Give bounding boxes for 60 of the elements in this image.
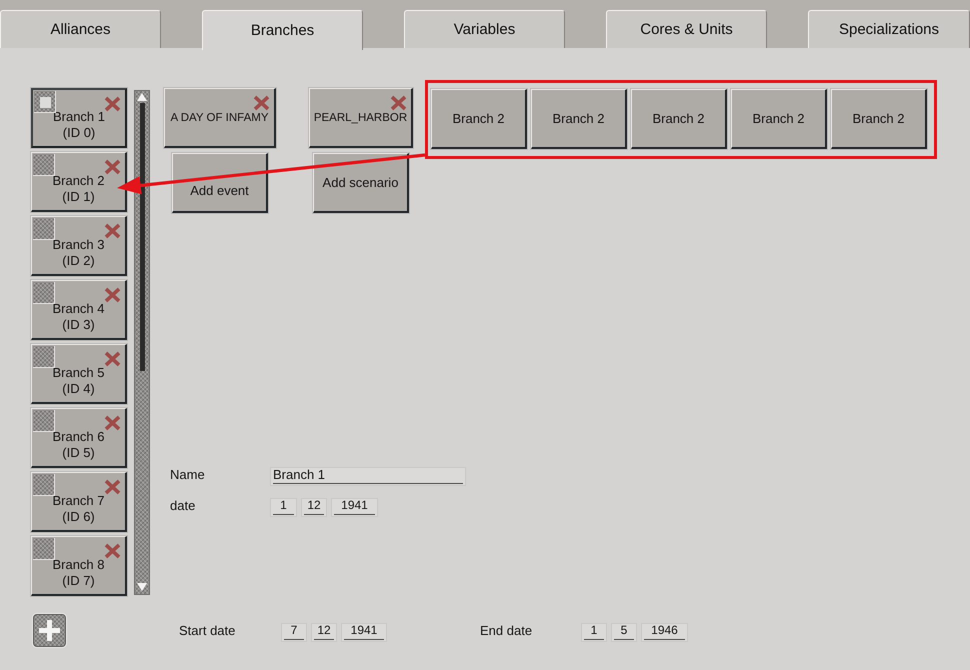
day-field[interactable]: 1 xyxy=(581,623,607,642)
branch-button[interactable]: Branch 2 xyxy=(431,89,527,149)
checkbox-icon[interactable] xyxy=(33,346,55,368)
checkbox-icon[interactable] xyxy=(34,91,56,113)
scrollbar[interactable] xyxy=(134,90,150,595)
branch-button[interactable]: Branch 5 (ID 4) xyxy=(31,344,127,404)
scroll-thumb[interactable] xyxy=(140,103,144,371)
checkbox-icon[interactable] xyxy=(33,154,55,176)
branch-button[interactable]: Branch 3 (ID 2) xyxy=(31,216,127,276)
year-field[interactable]: 1946 xyxy=(641,623,688,642)
day-field[interactable]: 7 xyxy=(281,623,307,642)
add-scenario-button[interactable]: Add scenario xyxy=(313,153,409,213)
month-field[interactable]: 5 xyxy=(611,623,637,642)
delete-icon[interactable] xyxy=(104,479,121,495)
start-date-label: Start date xyxy=(179,623,236,638)
tab[interactable]: Alliances xyxy=(0,10,161,48)
branch-button[interactable]: Branch 2 xyxy=(731,89,827,149)
branch-button[interactable]: Branch 2 xyxy=(831,89,927,149)
tab[interactable]: Specializations xyxy=(808,10,970,48)
tab[interactable]: Cores & Units xyxy=(606,10,767,48)
branch-button[interactable]: Branch 2 xyxy=(531,89,627,149)
checkbox-icon[interactable] xyxy=(33,474,55,496)
plus-icon xyxy=(39,620,60,641)
tab[interactable]: Variables xyxy=(404,10,565,48)
scroll-up-icon[interactable] xyxy=(137,93,147,101)
year-field[interactable]: 1941 xyxy=(331,498,378,517)
delete-icon[interactable] xyxy=(104,543,121,559)
delete-icon[interactable] xyxy=(390,95,407,111)
month-field[interactable]: 12 xyxy=(301,498,327,517)
end-date-label: End date xyxy=(480,623,534,638)
event-button[interactable]: A DAY OF INFAMY xyxy=(164,88,276,148)
checkbox-icon[interactable] xyxy=(33,282,55,304)
day-field[interactable]: 1 xyxy=(270,498,297,517)
name-field[interactable]: Branch 1 xyxy=(270,467,466,486)
year-field[interactable]: 1941 xyxy=(341,623,387,642)
delete-icon[interactable] xyxy=(104,159,121,175)
checkbox-icon[interactable] xyxy=(33,410,55,432)
branch-button[interactable]: Branch 8 (ID 7) xyxy=(31,536,127,596)
scroll-down-icon[interactable] xyxy=(137,583,147,591)
branch-button[interactable]: Branch 6 (ID 5) xyxy=(31,408,127,468)
delete-icon[interactable] xyxy=(104,223,121,239)
delete-icon[interactable] xyxy=(104,351,121,367)
date-label: date xyxy=(170,498,196,513)
branch-button[interactable]: Branch 1 (ID 0) xyxy=(31,88,127,148)
month-field[interactable]: 12 xyxy=(311,623,337,642)
checkbox-icon[interactable] xyxy=(33,538,55,560)
tab[interactable]: Branches xyxy=(202,10,363,50)
delete-icon[interactable] xyxy=(104,415,121,431)
branch-button[interactable]: Branch 2 (ID 1) xyxy=(31,152,127,212)
branch-button[interactable]: Branch 4 (ID 3) xyxy=(31,280,127,340)
add-branch-button[interactable] xyxy=(33,614,66,647)
branch-button[interactable]: Branch 7 (ID 6) xyxy=(31,472,127,532)
add-event-button[interactable]: Add event xyxy=(172,153,268,213)
scenario-button[interactable]: PEARL_HARBOR xyxy=(309,88,413,148)
delete-icon[interactable] xyxy=(104,96,121,112)
branch-button[interactable]: Branch 2 xyxy=(631,89,727,149)
delete-icon[interactable] xyxy=(253,95,270,111)
delete-icon[interactable] xyxy=(104,287,121,303)
name-label: Name xyxy=(170,467,205,482)
checkbox-icon[interactable] xyxy=(33,218,55,240)
